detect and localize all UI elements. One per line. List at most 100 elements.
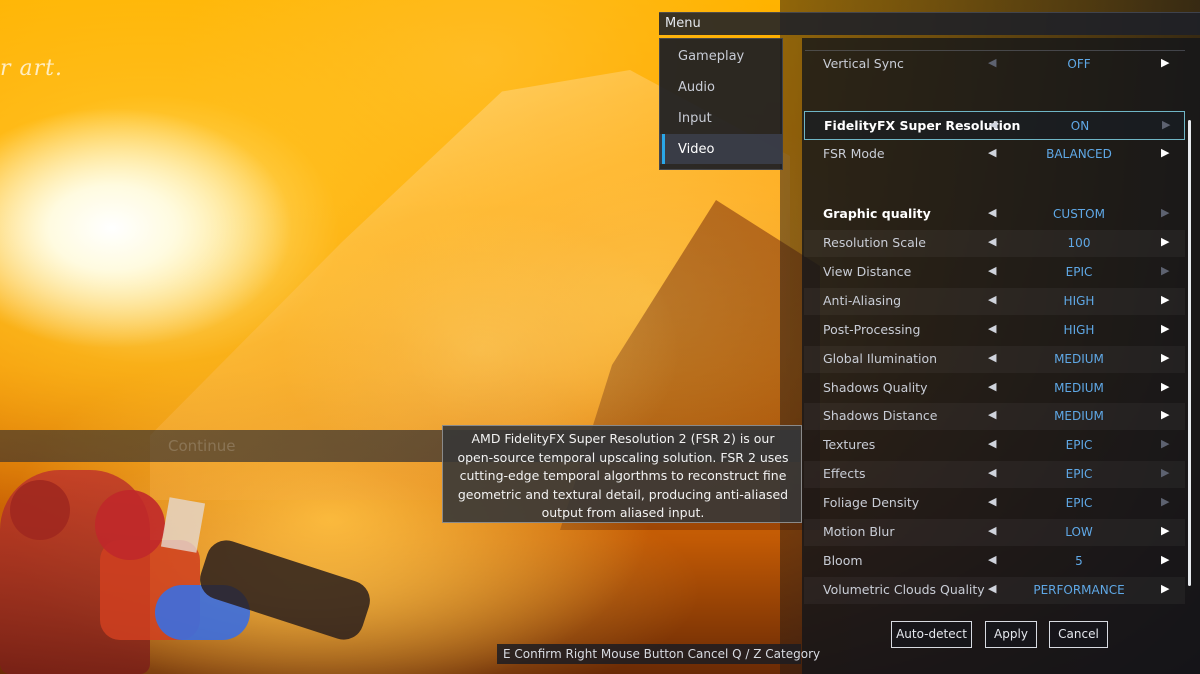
setting-label: View Distance xyxy=(823,264,912,279)
setting-label: Post-Processing xyxy=(823,322,921,337)
hints-text: E Confirm Right Mouse Button Cancel Q / … xyxy=(503,647,821,661)
arrow-left-icon[interactable]: ◀ xyxy=(988,408,996,421)
setting-row-foliage-density[interactable]: Foliage Density ◀ EPIC ▶ xyxy=(804,490,1185,517)
arrow-left-icon[interactable]: ◀ xyxy=(988,582,996,595)
setting-row-fidelityfx-super-resolution[interactable]: FidelityFX Super Resolution ◀ ON ▶ xyxy=(804,111,1185,140)
setting-value: OFF xyxy=(1067,57,1091,71)
setting-row-post-processing[interactable]: Post-Processing ◀ HIGH ▶ xyxy=(804,317,1185,344)
arrow-right-icon[interactable]: ▶ xyxy=(1161,495,1169,508)
setting-value: EPIC xyxy=(1065,496,1093,510)
setting-row-effects[interactable]: Effects ◀ EPIC ▶ xyxy=(804,461,1185,488)
category-label: Audio xyxy=(678,80,715,95)
category-label: Video xyxy=(678,142,715,157)
category-audio[interactable]: Audio xyxy=(660,72,782,102)
arrow-left-icon[interactable]: ◀ xyxy=(988,553,996,566)
setting-value: PERFORMANCE xyxy=(1033,583,1125,597)
setting-row-bloom[interactable]: Bloom ◀ 5 ▶ xyxy=(804,548,1185,575)
menu-title: Menu xyxy=(665,16,701,31)
setting-label: Shadows Quality xyxy=(823,380,928,395)
setting-row-volumetric-clouds-quality[interactable]: Volumetric Clouds Quality ◀ PERFORMANCE ▶ xyxy=(804,577,1185,604)
setting-label: Global Ilumination xyxy=(823,351,938,366)
category-label: Input xyxy=(678,111,712,126)
setting-row-vertical-sync[interactable]: Vertical Sync ◀ OFF ▶ xyxy=(804,51,1185,78)
setting-value: MEDIUM xyxy=(1054,381,1104,395)
arrow-right-icon[interactable]: ▶ xyxy=(1161,206,1169,219)
arrow-left-icon[interactable]: ◀ xyxy=(989,118,997,131)
arrow-right-icon[interactable]: ▶ xyxy=(1161,235,1169,248)
arrow-right-icon[interactable]: ▶ xyxy=(1161,437,1169,450)
arrow-right-icon[interactable]: ▶ xyxy=(1161,466,1169,479)
setting-row-resolution-scale[interactable]: Resolution Scale ◀ 100 ▶ xyxy=(804,230,1185,257)
arrow-right-icon[interactable]: ▶ xyxy=(1162,118,1170,131)
arrow-right-icon[interactable]: ▶ xyxy=(1161,322,1169,335)
setting-row-view-distance[interactable]: View Distance ◀ EPIC ▶ xyxy=(804,259,1185,286)
setting-row-shadows-quality[interactable]: Shadows Quality ◀ MEDIUM ▶ xyxy=(804,375,1185,402)
category-label: Gameplay xyxy=(678,49,745,64)
character-right-head xyxy=(95,490,165,560)
arrow-right-icon[interactable]: ▶ xyxy=(1161,524,1169,537)
setting-row-shadows-distance[interactable]: Shadows Distance ◀ MEDIUM ▶ xyxy=(804,403,1185,430)
setting-label: Textures xyxy=(823,437,876,452)
arrow-right-icon[interactable]: ▶ xyxy=(1161,293,1169,306)
arrow-right-icon[interactable]: ▶ xyxy=(1161,582,1169,595)
setting-label: Anti-Aliasing xyxy=(823,293,902,308)
category-input[interactable]: Input xyxy=(660,103,782,133)
setting-row-motion-blur[interactable]: Motion Blur ◀ LOW ▶ xyxy=(804,519,1185,546)
continue-label: Continue xyxy=(168,437,236,455)
apply-button[interactable]: Apply xyxy=(985,621,1037,648)
arrow-left-icon[interactable]: ◀ xyxy=(988,322,996,335)
arrow-left-icon[interactable]: ◀ xyxy=(988,495,996,508)
setting-value: HIGH xyxy=(1063,294,1095,308)
setting-row-graphic-quality[interactable]: Graphic quality ◀ CUSTOM ▶ xyxy=(804,201,1185,228)
arrow-left-icon[interactable]: ◀ xyxy=(988,524,996,537)
setting-label: Motion Blur xyxy=(823,524,895,539)
arrow-left-icon[interactable]: ◀ xyxy=(988,437,996,450)
arrow-left-icon[interactable]: ◀ xyxy=(988,206,996,219)
setting-row-global-ilumination[interactable]: Global Ilumination ◀ MEDIUM ▶ xyxy=(804,346,1185,373)
category-gameplay[interactable]: Gameplay xyxy=(660,41,782,71)
arrow-left-icon[interactable]: ◀ xyxy=(988,235,996,248)
cancel-button[interactable]: Cancel xyxy=(1049,621,1108,648)
arrow-left-icon[interactable]: ◀ xyxy=(988,351,996,364)
arrow-right-icon[interactable]: ▶ xyxy=(1161,380,1169,393)
setting-tooltip: AMD FidelityFX Super Resolution 2 (FSR 2… xyxy=(442,425,802,523)
setting-label: Volumetric Clouds Quality xyxy=(823,582,985,597)
setting-label: Graphic quality xyxy=(823,206,931,221)
arrow-right-icon[interactable]: ▶ xyxy=(1161,56,1169,69)
arrow-left-icon[interactable]: ◀ xyxy=(988,466,996,479)
tooltip-text: AMD FidelityFX Super Resolution 2 (FSR 2… xyxy=(457,431,789,520)
arrow-left-icon[interactable]: ◀ xyxy=(988,264,996,277)
arrow-left-icon[interactable]: ◀ xyxy=(988,146,996,159)
setting-value: LOW xyxy=(1065,525,1093,539)
arrow-left-icon[interactable]: ◀ xyxy=(988,380,996,393)
auto-detect-button[interactable]: Auto-detect xyxy=(891,621,972,648)
setting-value: BALANCED xyxy=(1046,147,1112,161)
setting-label: Vertical Sync xyxy=(823,56,904,71)
setting-label: Bloom xyxy=(823,553,863,568)
setting-label: Foliage Density xyxy=(823,495,920,510)
setting-value: EPIC xyxy=(1065,438,1093,452)
arrow-right-icon[interactable]: ▶ xyxy=(1161,264,1169,277)
arrow-left-icon[interactable]: ◀ xyxy=(988,56,996,69)
arrow-right-icon[interactable]: ▶ xyxy=(1161,351,1169,364)
setting-value: EPIC xyxy=(1065,467,1093,481)
arrow-right-icon[interactable]: ▶ xyxy=(1161,553,1169,566)
setting-row-textures[interactable]: Textures ◀ EPIC ▶ xyxy=(804,432,1185,459)
setting-value: 5 xyxy=(1075,554,1083,568)
setting-value: 100 xyxy=(1067,236,1091,250)
setting-value: HIGH xyxy=(1063,323,1095,337)
arrow-left-icon[interactable]: ◀ xyxy=(988,293,996,306)
setting-row-anti-aliasing[interactable]: Anti-Aliasing ◀ HIGH ▶ xyxy=(804,288,1185,315)
category-list: Gameplay Audio Input Video xyxy=(659,38,783,170)
setting-label: Effects xyxy=(823,466,866,481)
setting-label: Resolution Scale xyxy=(823,235,926,250)
arrow-right-icon[interactable]: ▶ xyxy=(1161,408,1169,421)
setting-row-fsr-mode[interactable]: FSR Mode ◀ BALANCED ▶ xyxy=(804,141,1185,168)
category-video[interactable]: Video xyxy=(660,134,782,164)
setting-value: MEDIUM xyxy=(1054,352,1104,366)
setting-label: FSR Mode xyxy=(823,146,885,161)
control-hints: E Confirm Right Mouse Button Cancel Q / … xyxy=(497,644,820,664)
arrow-right-icon[interactable]: ▶ xyxy=(1161,146,1169,159)
setting-value: MEDIUM xyxy=(1054,409,1104,423)
scrollbar[interactable] xyxy=(1188,120,1191,586)
